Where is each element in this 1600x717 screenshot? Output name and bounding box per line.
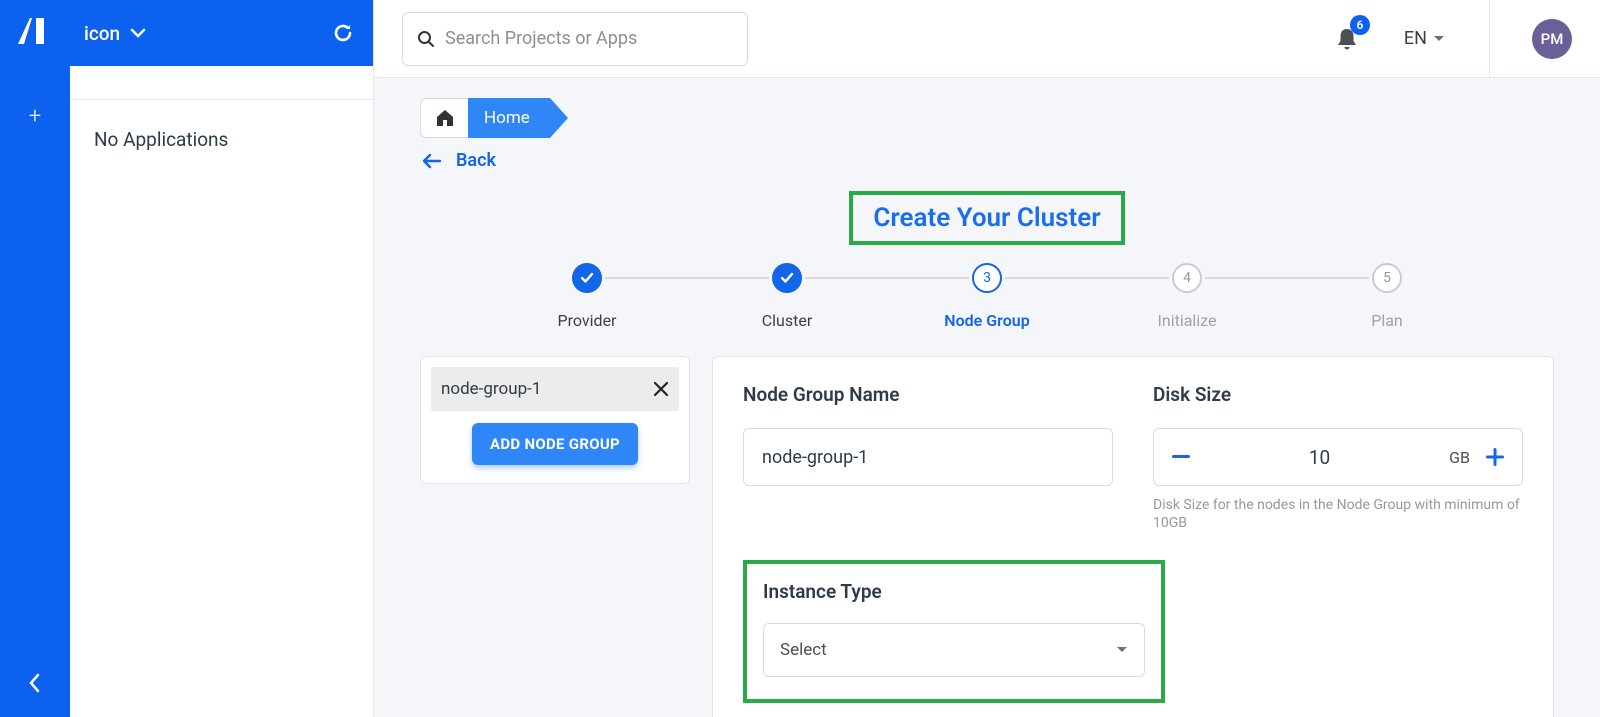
instance-type-value: Select xyxy=(780,640,827,660)
step-number: 3 xyxy=(972,263,1002,293)
disk-hint: Disk Size for the nodes in the Node Grou… xyxy=(1153,496,1523,532)
search-icon xyxy=(417,30,435,48)
instance-type-select[interactable]: Select xyxy=(763,623,1145,677)
back-label: Back xyxy=(456,150,496,171)
step-provider[interactable]: Provider xyxy=(487,263,687,330)
disk-unit: GB xyxy=(1449,448,1470,467)
check-icon xyxy=(780,272,794,284)
logo xyxy=(18,18,52,44)
stepper: Provider Cluster 3 Node Group 4 Initiali… xyxy=(487,263,1487,330)
step-node-group[interactable]: 3 Node Group xyxy=(887,263,1087,330)
minus-icon xyxy=(1172,455,1190,459)
step-cluster[interactable]: Cluster xyxy=(687,263,887,330)
instance-type-label: Instance Type xyxy=(763,580,1145,603)
project-selector[interactable]: icon xyxy=(84,22,146,45)
search-box[interactable] xyxy=(402,12,748,66)
check-icon xyxy=(580,272,594,284)
step-label: Cluster xyxy=(762,311,813,330)
project-sidebar: icon No Applications xyxy=(70,0,374,717)
dropdown-icon xyxy=(1433,35,1445,43)
topbar: 6 EN PM xyxy=(374,0,1600,78)
disk-size-stepper: 10 GB xyxy=(1153,428,1523,486)
step-number: 4 xyxy=(1172,263,1202,293)
user-avatar[interactable]: PM xyxy=(1532,19,1572,59)
add-node-group-button[interactable]: ADD NODE GROUP xyxy=(472,423,638,465)
back-button[interactable]: Back xyxy=(422,150,1554,171)
node-group-name-input[interactable] xyxy=(743,428,1113,486)
disk-value: 10 xyxy=(1309,446,1330,469)
node-group-item[interactable]: node-group-1 xyxy=(431,367,679,411)
arrow-left-icon xyxy=(422,153,442,169)
project-name: icon xyxy=(84,22,120,45)
language-label: EN xyxy=(1404,28,1427,49)
page-title: Create Your Cluster xyxy=(849,191,1124,245)
breadcrumb-current[interactable]: Home xyxy=(468,98,550,138)
refresh-button[interactable] xyxy=(331,21,355,45)
step-number: 5 xyxy=(1372,263,1402,293)
node-group-list-panel: node-group-1 ADD NODE GROUP xyxy=(420,356,690,484)
search-input[interactable] xyxy=(445,28,733,49)
plus-icon xyxy=(1486,448,1504,466)
close-icon xyxy=(653,381,669,397)
node-group-form-panel: Node Group Name Disk Size 10 GB xyxy=(712,356,1554,717)
home-icon xyxy=(435,109,455,127)
step-label: Node Group xyxy=(944,311,1029,330)
add-project-button[interactable]: + xyxy=(29,104,41,129)
remove-node-group-button[interactable] xyxy=(653,381,669,397)
no-applications-label: No Applications xyxy=(94,128,349,151)
chevron-down-icon xyxy=(130,28,146,38)
node-group-item-label: node-group-1 xyxy=(441,379,541,399)
step-plan[interactable]: 5 Plan xyxy=(1287,263,1487,330)
instance-type-block: Instance Type Select xyxy=(743,560,1165,703)
breadcrumb-home[interactable] xyxy=(420,98,468,138)
notification-count: 6 xyxy=(1350,15,1370,35)
name-label: Node Group Name xyxy=(743,383,1113,406)
collapse-rail-button[interactable] xyxy=(28,673,42,693)
dropdown-icon xyxy=(1116,646,1128,654)
disk-label: Disk Size xyxy=(1153,383,1523,406)
step-label: Initialize xyxy=(1158,311,1217,330)
step-label: Plan xyxy=(1371,311,1403,330)
step-initialize[interactable]: 4 Initialize xyxy=(1087,263,1287,330)
step-label: Provider xyxy=(558,311,617,330)
notifications-button[interactable]: 6 xyxy=(1330,21,1364,57)
language-selector[interactable]: EN xyxy=(1404,28,1445,49)
disk-increment-button[interactable] xyxy=(1486,448,1504,466)
breadcrumb: Home xyxy=(420,98,1554,138)
disk-decrement-button[interactable] xyxy=(1172,455,1190,459)
nav-rail: + xyxy=(0,0,70,717)
